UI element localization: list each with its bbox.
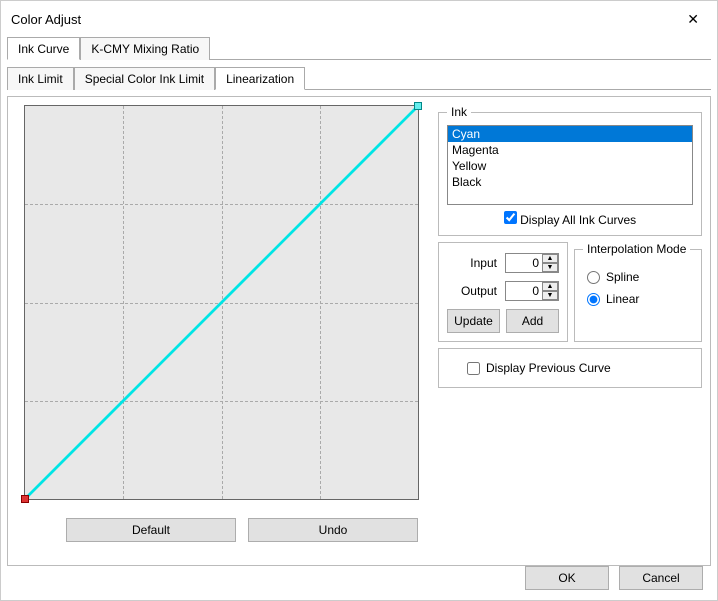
previous-curve-checkbox[interactable] — [467, 362, 480, 375]
curve-chart[interactable] — [24, 105, 419, 500]
curve-handle-end[interactable] — [414, 102, 422, 110]
output-up-icon[interactable]: ▲ — [542, 282, 558, 291]
tab-kcmy-mixing[interactable]: K-CMY Mixing Ratio — [80, 37, 210, 60]
interpolation-group: Interpolation Mode Spline Linear — [574, 242, 702, 342]
previous-curve-group: Display Previous Curve — [438, 348, 702, 388]
display-all-checkbox-label[interactable]: Display All Ink Curves — [504, 213, 636, 227]
io-group: Input ▲ ▼ Output ▲ — [438, 242, 568, 342]
cancel-button[interactable]: Cancel — [619, 566, 703, 590]
output-field[interactable] — [506, 284, 542, 298]
tab-special-color-ink-limit[interactable]: Special Color Ink Limit — [74, 67, 215, 90]
tab-ink-limit[interactable]: Ink Limit — [7, 67, 74, 90]
close-icon[interactable]: ✕ — [679, 9, 707, 30]
window-title: Color Adjust — [11, 12, 81, 27]
update-button[interactable]: Update — [447, 309, 500, 333]
output-down-icon[interactable]: ▼ — [542, 291, 558, 300]
ink-item-magenta[interactable]: Magenta — [448, 142, 692, 158]
tab-linearization[interactable]: Linearization — [215, 67, 305, 90]
ink-item-yellow[interactable]: Yellow — [448, 158, 692, 174]
output-label: Output — [447, 284, 497, 298]
default-button[interactable]: Default — [66, 518, 236, 542]
curve-line — [25, 106, 418, 499]
outer-tabs: Ink Curve K-CMY Mixing Ratio — [7, 36, 711, 60]
inner-tabs: Ink Limit Special Color Ink Limit Linear… — [7, 66, 711, 90]
input-label: Input — [447, 256, 497, 270]
ok-button[interactable]: OK — [525, 566, 609, 590]
input-up-icon[interactable]: ▲ — [542, 254, 558, 263]
curve-handle-start[interactable] — [21, 495, 29, 503]
interpolation-legend: Interpolation Mode — [583, 242, 690, 256]
ink-item-black[interactable]: Black — [448, 174, 692, 190]
input-down-icon[interactable]: ▼ — [542, 263, 558, 272]
spline-radio[interactable] — [587, 271, 600, 284]
ink-group: Ink Cyan Magenta Yellow Black Display Al… — [438, 105, 702, 236]
ink-list[interactable]: Cyan Magenta Yellow Black — [447, 125, 693, 205]
ink-item-cyan[interactable]: Cyan — [448, 126, 692, 142]
display-all-checkbox[interactable] — [504, 211, 517, 224]
previous-curve-checkbox-label[interactable]: Display Previous Curve — [467, 361, 693, 375]
ink-legend: Ink — [447, 105, 471, 119]
input-field[interactable] — [506, 256, 542, 270]
undo-button[interactable]: Undo — [248, 518, 418, 542]
linear-radio[interactable] — [587, 293, 600, 306]
tab-ink-curve[interactable]: Ink Curve — [7, 37, 80, 60]
spline-label[interactable]: Spline — [606, 270, 639, 284]
add-button[interactable]: Add — [506, 309, 559, 333]
linear-label[interactable]: Linear — [606, 292, 639, 306]
output-spinner[interactable]: ▲ ▼ — [505, 281, 559, 301]
input-spinner[interactable]: ▲ ▼ — [505, 253, 559, 273]
